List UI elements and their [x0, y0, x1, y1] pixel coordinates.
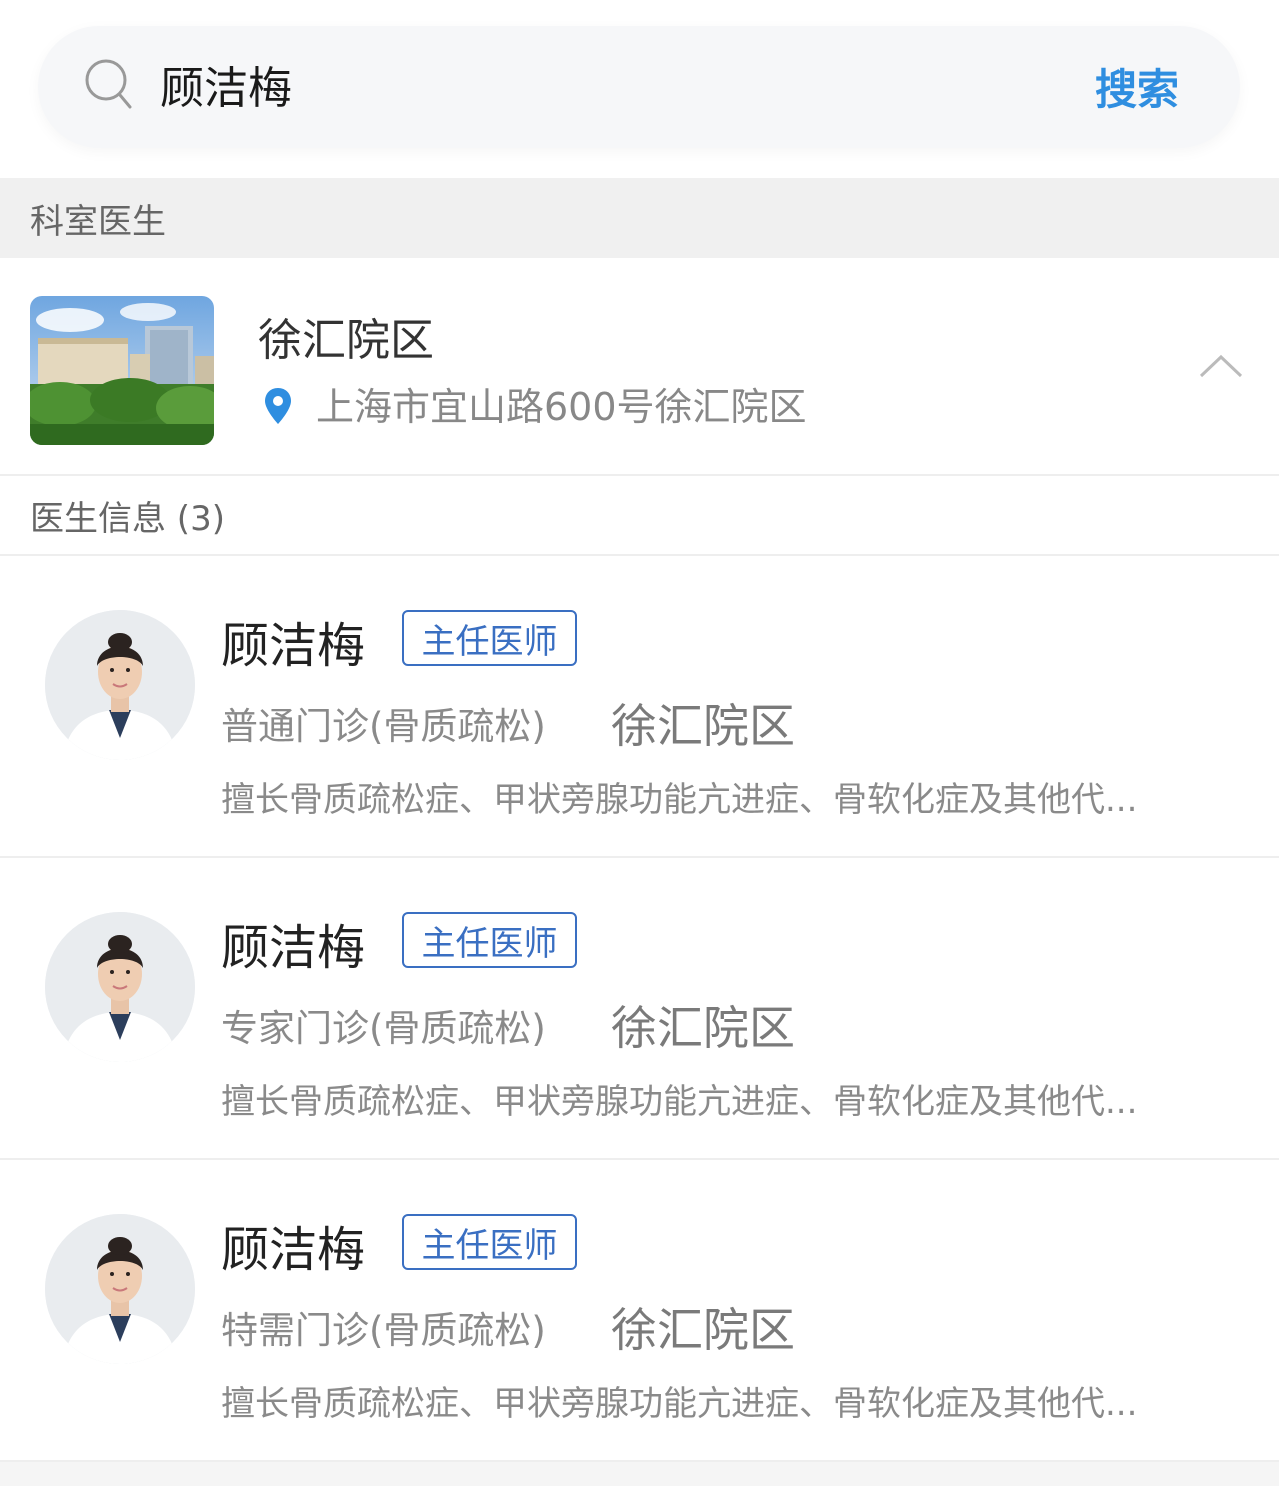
search-input[interactable]: [160, 52, 1040, 116]
location-pin-icon: [265, 388, 291, 424]
hospital-photo: [30, 296, 214, 445]
hospital-name: 徐汇院区: [258, 315, 434, 366]
clinic-type: 特需门诊(骨质疏松): [221, 1309, 546, 1352]
doctors-section-header: 医生信息 (3): [0, 476, 1279, 556]
doctor-campus: 徐汇院区: [611, 1001, 795, 1055]
doctor-avatar: [45, 610, 195, 760]
doctor-specialty: 擅长骨质疏松症、甲状旁腺功能亢进症、骨软化症及其他代...: [221, 1082, 1138, 1122]
clinic-type: 普通门诊(骨质疏松): [221, 705, 546, 748]
doctor-campus: 徐汇院区: [611, 1303, 795, 1357]
doctor-list-item[interactable]: 顾洁梅 主任医师 普通门诊(骨质疏松) 徐汇院区 擅长骨质疏松症、甲状旁腺功能亢…: [0, 556, 1279, 858]
doctor-title-badge: 主任医师: [402, 1214, 577, 1270]
search-button[interactable]: 搜索: [1095, 56, 1179, 117]
section-header: 科室医生: [0, 178, 1279, 258]
search-icon: [85, 59, 132, 109]
doctor-count-label: 医生信息 (3): [30, 498, 225, 539]
bottom-strip: [0, 1462, 1279, 1486]
search-area: 搜索: [0, 0, 1279, 178]
doctor-title-badge: 主任医师: [402, 610, 577, 666]
doctor-specialty: 擅长骨质疏松症、甲状旁腺功能亢进症、骨软化症及其他代...: [221, 1384, 1138, 1424]
doctor-list-item[interactable]: 顾洁梅 主任医师 特需门诊(骨质疏松) 徐汇院区 擅长骨质疏松症、甲状旁腺功能亢…: [0, 1160, 1279, 1462]
doctor-list-item[interactable]: 顾洁梅 主任医师 专家门诊(骨质疏松) 徐汇院区 擅长骨质疏松症、甲状旁腺功能亢…: [0, 858, 1279, 1160]
chevron-up-icon[interactable]: [1198, 352, 1244, 380]
hospital-campus-card[interactable]: 徐汇院区 上海市宜山路600号徐汇院区: [0, 258, 1279, 476]
doctor-avatar: [45, 1214, 195, 1364]
doctor-specialty: 擅长骨质疏松症、甲状旁腺功能亢进症、骨软化症及其他代...: [221, 780, 1138, 820]
clinic-type: 专家门诊(骨质疏松): [221, 1007, 546, 1050]
doctor-title-badge: 主任医师: [402, 912, 577, 968]
section-title: 科室医生: [30, 201, 166, 242]
doctor-avatar: [45, 912, 195, 1062]
doctor-campus: 徐汇院区: [611, 699, 795, 753]
doctor-name: 顾洁梅: [221, 1222, 366, 1278]
doctor-name: 顾洁梅: [221, 618, 366, 674]
doctor-name: 顾洁梅: [221, 920, 366, 976]
hospital-address: 上海市宜山路600号徐汇院区: [316, 385, 807, 429]
